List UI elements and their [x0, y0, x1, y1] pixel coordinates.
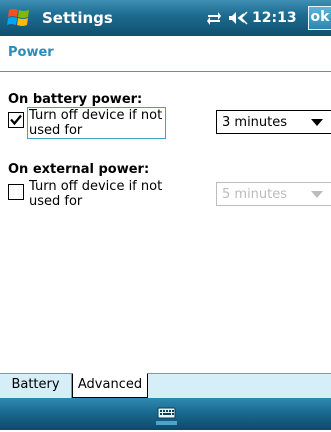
battery-turn-off-checkbox[interactable] [8, 112, 24, 128]
tab-strip: Battery Advanced [0, 373, 331, 398]
external-turn-off-label[interactable]: Turn off device if not used for [28, 179, 165, 209]
chevron-down-icon [311, 119, 323, 126]
external-turn-off-label-line2: used for [29, 194, 83, 209]
chevron-down-icon [311, 191, 323, 198]
external-turn-off-label-line1: Turn off device if not [29, 179, 163, 194]
checkmark-icon [10, 114, 22, 126]
tab-battery[interactable]: Battery [0, 373, 72, 398]
app-title: Settings [42, 9, 113, 27]
ok-button[interactable]: ok [308, 6, 331, 30]
command-bar [0, 398, 331, 430]
windows-start-icon[interactable] [6, 5, 32, 31]
external-turn-off-checkbox[interactable] [8, 184, 24, 200]
external-section-title: On external power: [8, 162, 150, 177]
battery-turn-off-label-line1: Turn off device if not [29, 108, 163, 123]
battery-turn-off-label[interactable]: Turn off device if not used for [26, 107, 167, 139]
volume-icon[interactable] [228, 10, 248, 26]
battery-section-title: On battery power: [8, 92, 143, 107]
page-title: Power [8, 45, 54, 60]
connectivity-icon[interactable] [206, 10, 222, 26]
battery-timeout-value: 3 minutes [222, 115, 288, 130]
external-timeout-value: 5 minutes [222, 187, 288, 202]
battery-turn-off-label-line2: used for [29, 123, 83, 138]
battery-timeout-dropdown[interactable]: 3 minutes [216, 110, 331, 134]
tab-advanced[interactable]: Advanced [72, 373, 148, 398]
keyboard-icon[interactable] [152, 404, 180, 428]
title-bar: Settings 12:13 ok [0, 0, 331, 36]
clock[interactable]: 12:13 [252, 8, 297, 28]
page-header: Power [0, 36, 331, 72]
external-timeout-dropdown: 5 minutes [216, 182, 331, 206]
